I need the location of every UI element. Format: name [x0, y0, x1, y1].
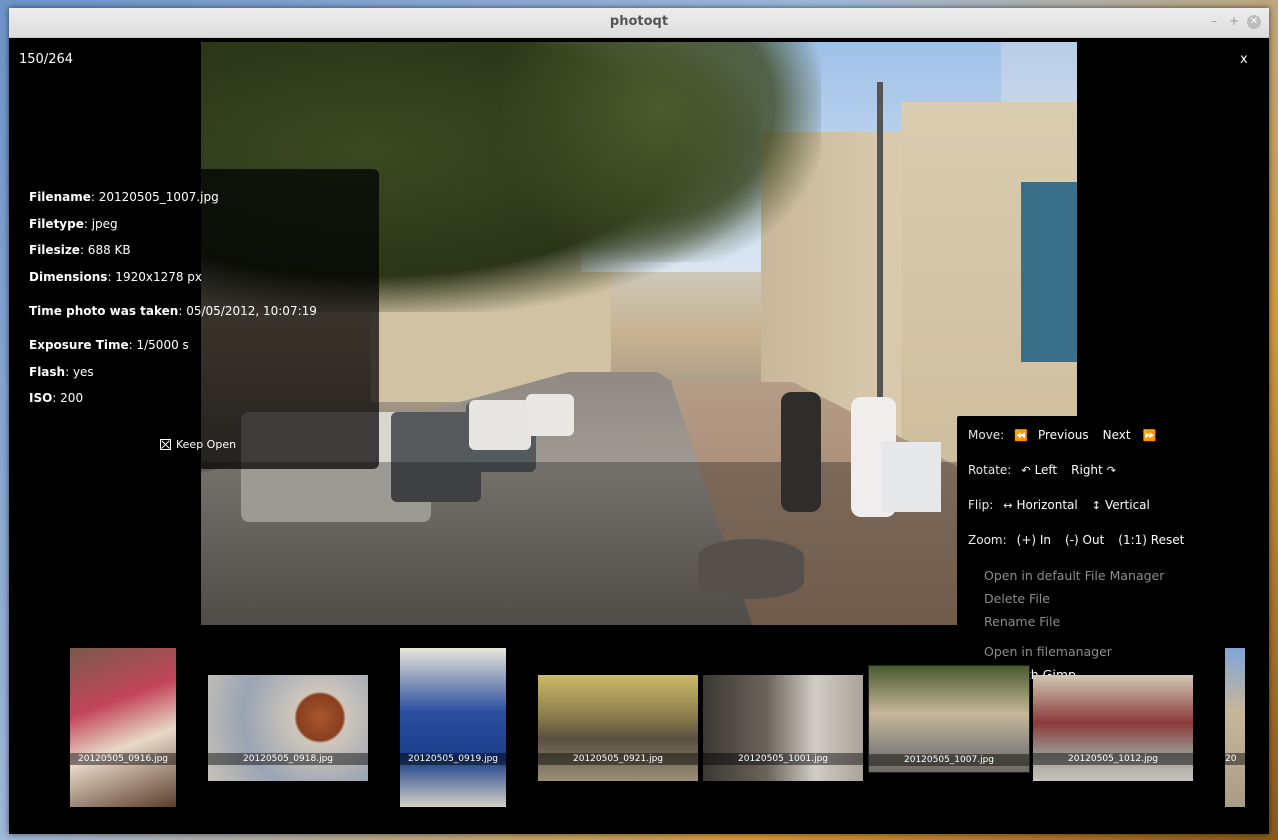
thumbnail[interactable]: 20120505_1012.jpg	[1033, 675, 1193, 781]
image-counter: 150/264	[19, 52, 74, 67]
thumbnail-caption: 20	[1225, 753, 1245, 765]
thumbnail[interactable]: 20120505_1001.jpg	[703, 675, 863, 781]
keep-open-label: Keep Open	[176, 438, 237, 451]
minimize-icon[interactable]: –	[1207, 15, 1221, 29]
thumbnail-caption: 20120505_0916.jpg	[70, 753, 176, 765]
checkbox-checked-icon[interactable]	[160, 439, 171, 450]
keep-open-checkbox[interactable]: Keep Open	[160, 438, 236, 451]
photoqt-window: photoqt – + ✕ 150/264 x Filename: 201205…	[9, 8, 1269, 834]
open-default-file-manager[interactable]: Open in default File Manager	[984, 568, 1164, 583]
info-filesize: Filesize: 688 KB	[29, 243, 131, 257]
rotate-label: Rotate:	[968, 463, 1012, 477]
thumbnail-caption: 20120505_1012.jpg	[1033, 753, 1193, 765]
thumbnail-caption: 20120505_0918.jpg	[208, 753, 368, 765]
menu-row-zoom: Zoom: (+) In (-) Out (1:1) Reset	[968, 533, 1198, 547]
close-window-icon[interactable]: ✕	[1247, 15, 1261, 29]
zoom-out-button[interactable]: (-) Out	[1065, 533, 1104, 547]
thumbnail[interactable]: 20120505_0918.jpg	[208, 675, 368, 781]
thumbnail-caption: 20120505_0921.jpg	[538, 753, 698, 765]
delete-file[interactable]: Delete File	[984, 591, 1050, 606]
flip-vertical-button[interactable]: ↕ Vertical	[1092, 498, 1150, 512]
thumbnail-caption: 20120505_0919.jpg	[400, 753, 506, 765]
close-viewer-button[interactable]: x	[1240, 52, 1248, 67]
menu-row-flip: Flip: ↔ Horizontal ↕ Vertical	[968, 498, 1164, 512]
rotate-right-button[interactable]: Right ↷	[1071, 463, 1116, 477]
thumbnail-caption: 20120505_1007.jpg	[869, 754, 1029, 766]
title-bar[interactable]: photoqt – + ✕	[9, 8, 1269, 38]
zoom-label: Zoom:	[968, 533, 1007, 547]
info-filename: Filename: 20120505_1007.jpg	[29, 190, 219, 204]
info-iso: ISO: 200	[29, 391, 84, 405]
horizontal-arrows-icon: ↔	[1003, 498, 1013, 512]
rewind-icon: ⏪	[1014, 428, 1028, 442]
thumbnail[interactable]: 20120505_0919.jpg	[400, 648, 506, 807]
zoom-in-button[interactable]: (+) In	[1017, 533, 1051, 547]
flip-label: Flip:	[968, 498, 994, 512]
rename-file[interactable]: Rename File	[984, 614, 1060, 629]
rotate-right-icon: ↷	[1106, 463, 1116, 477]
flip-horizontal-button[interactable]: ↔ Horizontal	[1003, 498, 1078, 512]
vertical-arrows-icon: ↕	[1091, 498, 1101, 512]
info-flash: Flash: yes	[29, 365, 94, 379]
context-menu: Move: ⏪ Previous Next ⏩ Rotate: ↶ Left R…	[957, 416, 1196, 688]
open-in-filemanager[interactable]: Open in filemanager	[984, 644, 1112, 659]
thumbnail[interactable]: 20	[1225, 648, 1245, 807]
move-label: Move:	[968, 428, 1005, 442]
info-filetype: Filetype: jpeg	[29, 217, 118, 231]
maximize-icon[interactable]: +	[1227, 15, 1241, 29]
info-dimensions: Dimensions: 1920x1278 px	[29, 270, 203, 284]
zoom-reset-button[interactable]: (1:1) Reset	[1118, 533, 1184, 547]
previous-button[interactable]: ⏪ Previous	[1014, 428, 1088, 442]
next-button[interactable]: Next ⏩	[1103, 428, 1157, 442]
menu-row-move: Move: ⏪ Previous Next ⏩	[968, 428, 1170, 442]
info-exposure: Exposure Time: 1/5000 s	[29, 338, 189, 352]
thumbnail-caption: 20120505_1001.jpg	[703, 753, 863, 765]
thumbnail[interactable]: 20120505_1007.jpg	[868, 665, 1030, 773]
thumbnail[interactable]: 20120505_0916.jpg	[70, 648, 176, 807]
menu-row-rotate: Rotate: ↶ Left Right ↷	[968, 463, 1130, 477]
window-title: photoqt	[609, 14, 669, 29]
viewer-area[interactable]: 150/264 x Filename: 20120505_1007.jpg Fi…	[9, 38, 1269, 834]
rotate-left-button[interactable]: ↶ Left	[1021, 463, 1057, 477]
thumbnail[interactable]: 20120505_0921.jpg	[538, 675, 698, 781]
metadata-panel	[9, 169, 379, 469]
fast-forward-icon: ⏩	[1142, 428, 1157, 442]
info-time-taken: Time photo was taken: 05/05/2012, 10:07:…	[29, 304, 317, 318]
rotate-left-icon: ↶	[1021, 463, 1031, 477]
